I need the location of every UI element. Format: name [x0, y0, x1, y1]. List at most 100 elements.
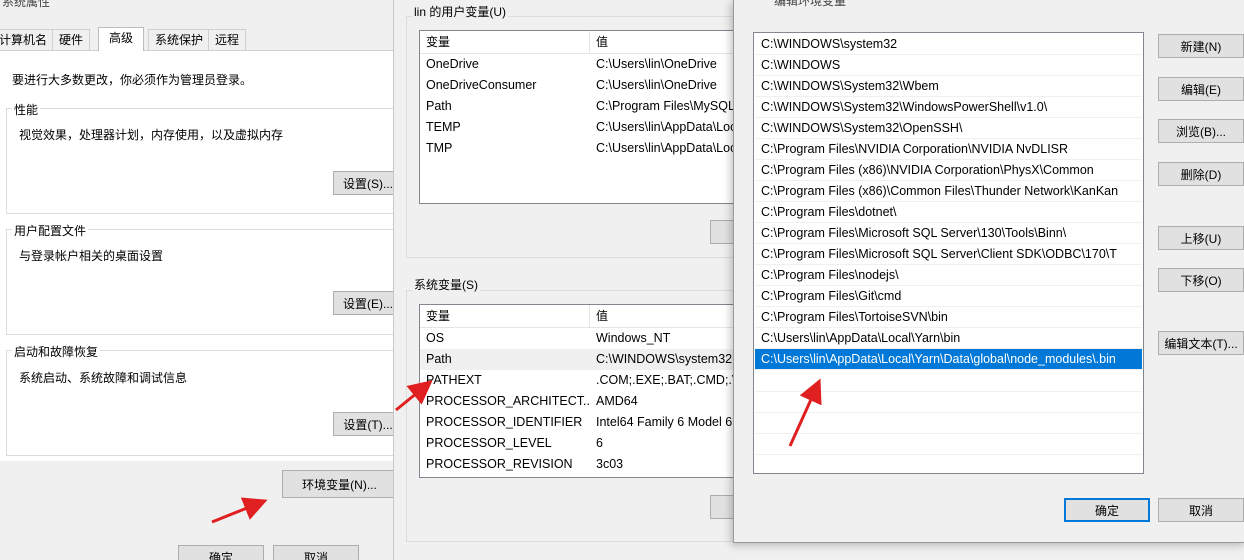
- environment-variables-window: lin 的用户变量(U) 变量 值 OneDrive C:\Users\lin\O…: [393, 0, 754, 560]
- tab-remote[interactable]: 远程: [208, 29, 247, 50]
- table-row[interactable]: PROCESSOR_IDENTIFIER Intel64 Family 6 Mod…: [420, 412, 754, 433]
- tab-strip: 计算机名 硬件 高级 系统保护 远程: [0, 27, 393, 51]
- startup-recovery-settings-button[interactable]: 设置(T)...: [333, 412, 393, 436]
- path-entry[interactable]: C:\Program Files\nodejs\: [755, 265, 1142, 286]
- table-row[interactable]: TEMP C:\Users\lin\AppData\Local: [420, 117, 754, 138]
- path-browse-button[interactable]: 浏览(B)...: [1158, 119, 1244, 143]
- edit-path-window: 编辑环境变量 C:\WINDOWS\system32 C:\WINDOWS C:\W…: [733, 0, 1244, 543]
- window-title: 系统属性: [2, 0, 51, 9]
- table-row[interactable]: OneDriveConsumer C:\Users\lin\OneDrive: [420, 75, 754, 96]
- system-vars-label: 系统变量(S): [412, 276, 480, 293]
- column-value[interactable]: 值: [590, 31, 754, 53]
- variable-name: OneDrive: [426, 57, 479, 71]
- path-entry[interactable]: C:\Program Files (x86)\NVIDIA Corporatio…: [755, 160, 1142, 181]
- path-entry[interactable]: C:\WINDOWS\System32\OpenSSH\: [755, 118, 1142, 139]
- tab-system-protection[interactable]: 系统保护: [148, 29, 211, 50]
- user-profiles-desc: 与登录帐户相关的桌面设置: [19, 249, 164, 263]
- empty-row: [755, 433, 1142, 455]
- path-ok-button[interactable]: 确定: [1064, 498, 1150, 522]
- variable-value: Intel64 Family 6 Model 6: [596, 415, 733, 429]
- empty-row: [755, 370, 1142, 392]
- variable-value: 3c03: [596, 457, 624, 471]
- path-delete-button[interactable]: 删除(D): [1158, 162, 1244, 186]
- startup-recovery-group: [6, 350, 393, 456]
- system-vars-header: 变量 值: [420, 305, 754, 328]
- empty-row: [755, 412, 1142, 434]
- path-entry[interactable]: C:\Program Files\Microsoft SQL Server\13…: [755, 223, 1142, 244]
- user-vars-label: lin 的用户变量(U): [412, 3, 508, 20]
- path-move-up-button[interactable]: 上移(U): [1158, 226, 1244, 250]
- variable-value: 6: [596, 436, 603, 450]
- variable-value: C:\WINDOWS\system32: [596, 352, 733, 366]
- path-entry[interactable]: C:\Users\lin\AppData\Local\Yarn\Data\glo…: [755, 349, 1142, 370]
- table-row[interactable]: OS Windows_NT: [420, 328, 754, 349]
- path-entry[interactable]: C:\WINDOWS\System32\WindowsPowerShell\v1…: [755, 97, 1142, 118]
- variable-value: .COM;.EXE;.BAT;.CMD;.V: [596, 373, 741, 387]
- sysprops-cancel-button[interactable]: 取消: [273, 545, 359, 560]
- variable-value: C:\Users\lin\OneDrive: [596, 57, 717, 71]
- system-vars-list[interactable]: 变量 值 OS Windows_NT Path C:\WINDOWS\system32…: [419, 304, 754, 478]
- path-entry[interactable]: C:\Program Files\dotnet\: [755, 202, 1142, 223]
- advanced-tab-panel: 要进行大多数更改，你必须作为管理员登录。 性能 视觉效果，处理器计划，内存使用，…: [0, 50, 393, 461]
- path-entry[interactable]: C:\Program Files\NVIDIA Corporation\NVID…: [755, 139, 1142, 160]
- variable-name: Path: [426, 352, 452, 366]
- performance-desc: 视觉效果，处理器计划，内存使用，以及虚拟内存: [19, 128, 284, 142]
- path-move-down-button[interactable]: 下移(O): [1158, 268, 1244, 292]
- variable-value: C:\Users\lin\OneDrive: [596, 78, 717, 92]
- variable-name: TMP: [426, 141, 453, 155]
- path-entry[interactable]: C:\Users\lin\AppData\Local\Yarn\bin: [755, 328, 1142, 349]
- tab-advanced[interactable]: 高级: [98, 27, 145, 51]
- variable-name: PROCESSOR_IDENTIFIER: [426, 415, 583, 429]
- table-row[interactable]: Path C:\WINDOWS\system32: [420, 349, 754, 370]
- column-variable[interactable]: 变量: [420, 305, 590, 327]
- path-entry[interactable]: C:\Program Files\Microsoft SQL Server\Cl…: [755, 244, 1142, 265]
- table-row[interactable]: TMP C:\Users\lin\AppData\Local: [420, 138, 754, 159]
- path-entry[interactable]: C:\WINDOWS\System32\Wbem: [755, 76, 1142, 97]
- environment-variables-button[interactable]: 环境变量(N)...: [282, 470, 393, 498]
- admin-notice: 要进行大多数更改，你必须作为管理员登录。: [12, 73, 253, 87]
- variable-name: Path: [426, 99, 452, 113]
- user-profiles-settings-button[interactable]: 设置(E)...: [333, 291, 393, 315]
- path-entry[interactable]: C:\WINDOWS\system32: [755, 34, 1142, 55]
- user-profiles-label: 用户配置文件: [12, 222, 89, 239]
- variable-value: C:\Users\lin\AppData\Local: [596, 120, 747, 134]
- path-edit-text-button[interactable]: 编辑文本(T)...: [1158, 331, 1244, 355]
- path-entry[interactable]: C:\Program Files\TortoiseSVN\bin: [755, 307, 1142, 328]
- variable-name: OS: [426, 331, 445, 345]
- variable-name: OneDriveConsumer: [426, 78, 537, 92]
- user-vars-list[interactable]: 变量 值 OneDrive C:\Users\lin\OneDrive OneDri…: [419, 30, 754, 204]
- variable-name: PROCESSOR_REVISION: [426, 457, 573, 471]
- path-cancel-button[interactable]: 取消: [1158, 498, 1244, 522]
- table-row[interactable]: PROCESSOR_REVISION 3c03: [420, 454, 754, 475]
- user-vars-header: 变量 值: [420, 31, 754, 54]
- path-entries-list[interactable]: C:\WINDOWS\system32 C:\WINDOWS C:\WINDOWS\…: [753, 32, 1144, 474]
- user-profiles-group: [6, 229, 393, 335]
- tab-computer-name[interactable]: 计算机名: [0, 29, 55, 50]
- performance-group: [6, 108, 393, 214]
- sysprops-ok-button[interactable]: 确定: [178, 545, 264, 560]
- tab-hardware[interactable]: 硬件: [52, 29, 91, 50]
- table-row[interactable]: PROCESSOR_LEVEL 6: [420, 433, 754, 454]
- table-row[interactable]: PATHEXT .COM;.EXE;.BAT;.CMD;.V: [420, 370, 754, 391]
- variable-value: C:\Users\lin\AppData\Local: [596, 141, 747, 155]
- system-properties-window: 系统属性 计算机名 硬件 高级 系统保护 远程 要进行大多数更改，你必须作为管理…: [0, 0, 393, 560]
- variable-value: AMD64: [596, 394, 638, 408]
- empty-row: [755, 454, 1142, 473]
- path-entry[interactable]: C:\WINDOWS: [755, 55, 1142, 76]
- column-variable[interactable]: 变量: [420, 31, 590, 53]
- path-edit-button[interactable]: 编辑(E): [1158, 77, 1244, 101]
- empty-row: [755, 391, 1142, 413]
- performance-settings-button[interactable]: 设置(S)...: [333, 171, 393, 195]
- path-entry[interactable]: C:\Program Files\Git\cmd: [755, 286, 1142, 307]
- startup-recovery-label: 启动和故障恢复: [12, 343, 101, 360]
- variable-value: C:\Program Files\MySQL: [596, 99, 735, 113]
- path-entry[interactable]: C:\Program Files (x86)\Common Files\Thun…: [755, 181, 1142, 202]
- variable-name: PATHEXT: [426, 373, 482, 387]
- table-row[interactable]: PROCESSOR_ARCHITECT... AMD64: [420, 391, 754, 412]
- column-value[interactable]: 值: [590, 305, 754, 327]
- variable-name: PROCESSOR_LEVEL: [426, 436, 552, 450]
- table-row[interactable]: Path C:\Program Files\MySQL: [420, 96, 754, 117]
- path-new-button[interactable]: 新建(N): [1158, 34, 1244, 58]
- performance-label: 性能: [12, 101, 41, 118]
- table-row[interactable]: OneDrive C:\Users\lin\OneDrive: [420, 54, 754, 75]
